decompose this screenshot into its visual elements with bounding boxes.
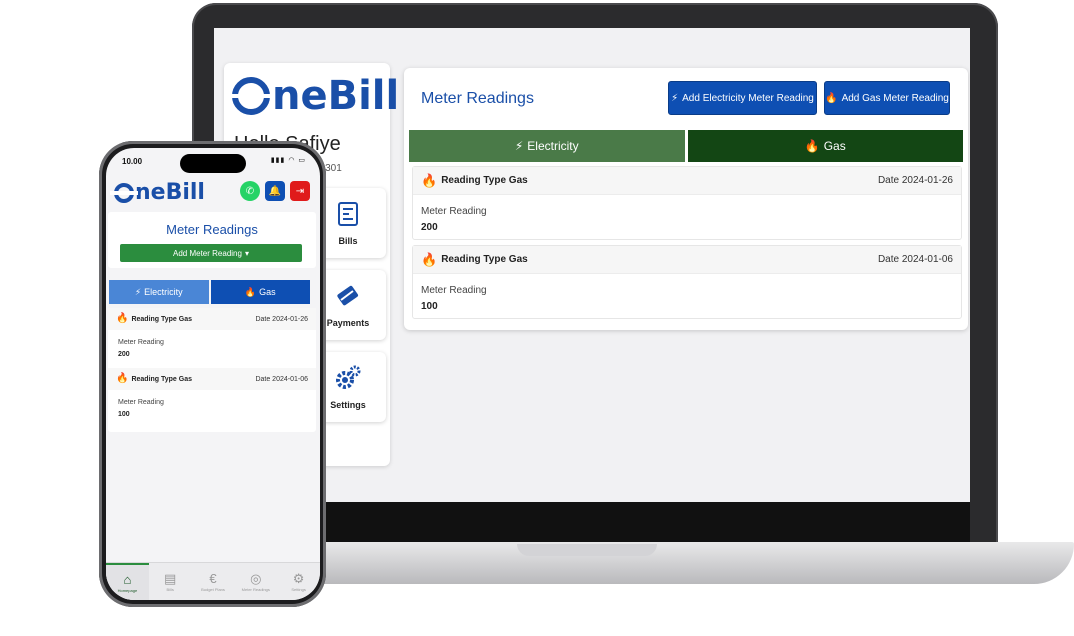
reading-date: Date 2024-01-06 <box>877 254 953 265</box>
laptop-chin <box>214 502 970 542</box>
button-label: Add Meter Reading <box>173 248 242 258</box>
nav-label: Homepage <box>117 587 138 593</box>
tab-gas[interactable]: 🔥 Gas <box>687 130 963 162</box>
nav-item-budget-plans[interactable]: € Budget Plans <box>192 563 235 600</box>
button-label: Add Electricity Meter Reading <box>682 92 814 104</box>
logo-o-icon <box>232 77 270 115</box>
meter-type-tabs: ⚡ Electricity 🔥 Gas <box>109 280 310 304</box>
bottom-nav: ⌂ Homepage ▤ Bills € Budget Plans ◎ Mete… <box>106 562 320 600</box>
gear-icon: ⚙ <box>292 570 305 586</box>
page-title: Meter Readings <box>166 222 258 237</box>
brand-logo[interactable]: neBill <box>232 73 399 119</box>
tab-electricity[interactable]: ⚡ Electricity <box>109 280 209 304</box>
reading-date: Date 2024-01-06 <box>255 375 308 383</box>
logout-icon[interactable]: ⇥ <box>290 181 310 201</box>
home-icon: ⌂ <box>123 571 132 587</box>
meter-reading-value: 200 <box>421 222 438 233</box>
add-meter-reading-dropdown[interactable]: Add Meter Reading ▾ <box>120 244 302 262</box>
meter-reading-label: Meter Reading <box>118 339 164 346</box>
nav-item-meter-readings[interactable]: ◎ Meter Readings <box>234 563 277 600</box>
bill-icon <box>336 201 360 232</box>
logo-text: neBill <box>272 73 400 119</box>
meter-reading-value: 100 <box>118 411 130 418</box>
list-item: 🔥 Reading Type Gas Date 2024-01-06 Meter… <box>108 368 316 428</box>
flame-icon: 🔥 <box>116 373 129 384</box>
flame-icon: 🔥 <box>116 313 129 324</box>
meter-reading-label: Meter Reading <box>118 399 164 406</box>
nav-label: Bills <box>166 586 174 592</box>
logo-o-icon <box>114 182 134 203</box>
notification-bell-icon[interactable]: 🔔 <box>265 181 285 201</box>
reading-type: Reading Type Gas <box>441 254 528 265</box>
bill-icon: ▤ <box>164 570 177 586</box>
bolt-icon: ⚡ <box>671 92 679 104</box>
nav-item-homepage[interactable]: ⌂ Homepage <box>106 563 149 600</box>
meter-reading-label: Meter Reading <box>421 285 487 296</box>
flame-icon: 🔥 <box>421 173 438 188</box>
button-label: Add Gas Meter Reading <box>841 92 949 104</box>
tab-label: Electricity <box>144 287 183 297</box>
flame-icon: 🔥 <box>244 286 257 297</box>
laptop-notch <box>517 544 657 556</box>
add-gas-reading-button[interactable]: 🔥 Add Gas Meter Reading <box>824 81 950 115</box>
tab-electricity[interactable]: ⚡ Electricity <box>409 130 685 162</box>
nav-label: Budget Plans <box>201 586 225 592</box>
gear-icon <box>334 365 362 396</box>
tab-label: Gas <box>823 139 846 153</box>
meter-reading-value: 200 <box>118 351 130 358</box>
card-icon <box>335 283 361 314</box>
bolt-icon: ⚡ <box>514 139 524 153</box>
flame-icon: 🔥 <box>421 252 438 267</box>
reading-date: Date 2024-01-26 <box>877 175 953 186</box>
nav-label: Settings <box>291 586 306 592</box>
tab-label: Electricity <box>527 139 579 153</box>
flame-icon: 🔥 <box>804 139 820 153</box>
nav-label: Meter Readings <box>241 586 270 592</box>
whatsapp-icon[interactable]: ✆ <box>240 181 260 201</box>
logo-text: neBill <box>135 180 205 205</box>
reading-card: 🔥 Reading Type Gas Date 2024-01-06 Meter… <box>412 245 962 319</box>
readings-list: 🔥 Reading Type Gas Date 2024-01-26 Meter… <box>108 308 316 432</box>
add-electricity-reading-button[interactable]: ⚡ Add Electricity Meter Reading <box>668 81 817 115</box>
meter-readings-header-card: Meter Readings Add Meter Reading ▾ <box>108 212 316 268</box>
reading-type: Reading Type Gas <box>131 375 193 383</box>
caret-down-icon: ▾ <box>244 248 249 258</box>
meter-reading-label: Meter Reading <box>421 206 487 217</box>
nav-item-settings[interactable]: ⚙ Settings <box>277 563 320 600</box>
meter-readings-panel: Meter Readings ⚡ Add Electricity Meter R… <box>404 68 968 330</box>
meter-reading-value: 100 <box>421 301 438 312</box>
phone-screen: 10.00 ▮▮▮ ◠ ▭ neBill ✆ 🔔 ⇥ Meter Reading… <box>106 148 320 600</box>
reading-type: Reading Type Gas <box>441 175 528 186</box>
status-time: 10.00 <box>122 157 143 166</box>
tab-gas[interactable]: 🔥 Gas <box>210 280 310 304</box>
reading-type: Reading Type Gas <box>131 315 193 323</box>
list-item: 🔥 Reading Type Gas Date 2024-01-26 Meter… <box>108 308 316 368</box>
bolt-icon: ⚡ <box>134 286 142 297</box>
tab-label: Gas <box>259 287 276 297</box>
page-title: Meter Readings <box>421 90 534 107</box>
tile-label: Settings <box>330 399 366 410</box>
tile-label: Payments <box>326 317 370 328</box>
dynamic-island <box>180 154 246 173</box>
meter-icon: ◎ <box>250 570 262 586</box>
euro-icon: € <box>209 570 217 586</box>
reading-date: Date 2024-01-26 <box>255 315 308 323</box>
flame-icon: 🔥 <box>825 92 838 104</box>
status-icons: ▮▮▮ ◠ ▭ <box>270 157 306 164</box>
tile-label: Bills <box>338 235 358 246</box>
nav-item-bills[interactable]: ▤ Bills <box>149 563 192 600</box>
brand-logo[interactable]: neBill <box>114 180 205 205</box>
meter-type-tabs: ⚡ Electricity 🔥 Gas <box>409 130 963 162</box>
device-mockup: neBill Hello Safiye 33301 Bills Payments <box>0 0 1074 636</box>
reading-card: 🔥 Reading Type Gas Date 2024-01-26 Meter… <box>412 166 962 240</box>
laptop-screen: neBill Hello Safiye 33301 Bills Payments <box>214 28 970 502</box>
